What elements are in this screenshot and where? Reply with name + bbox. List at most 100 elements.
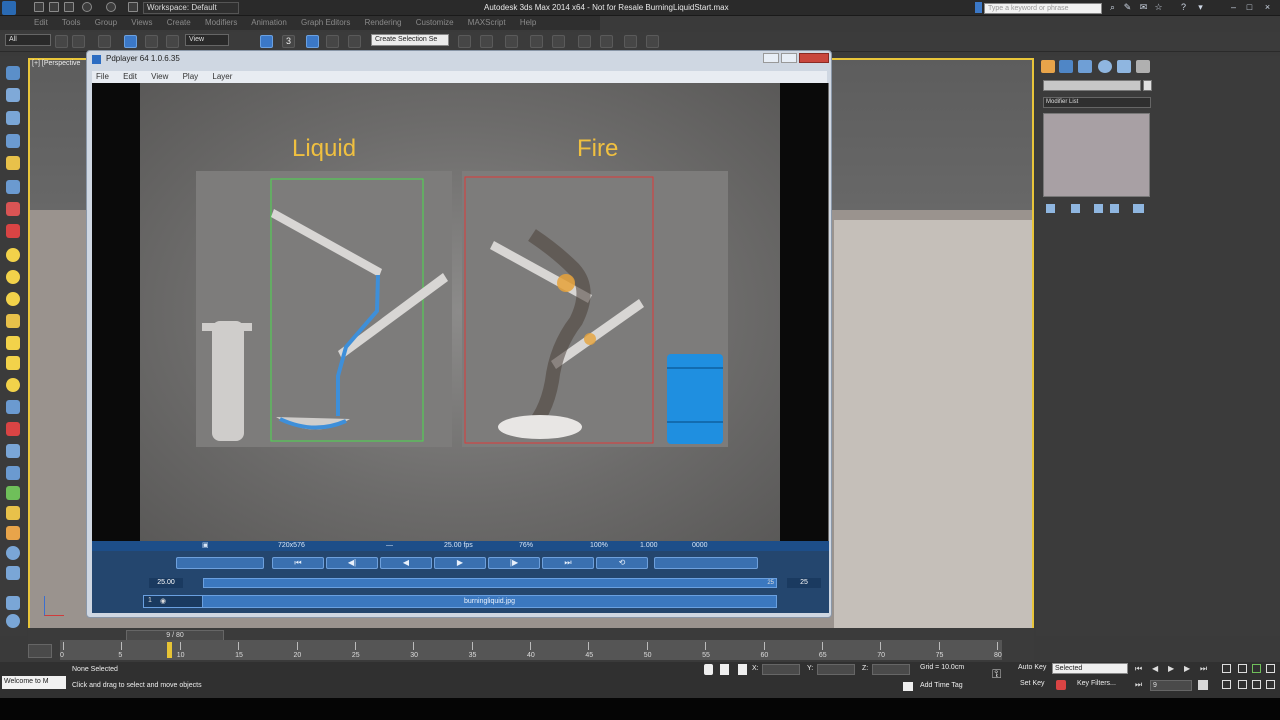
pmenu-play[interactable]: Play [183,72,199,81]
current-frame-field[interactable]: 9 [1150,680,1192,691]
tool-9-icon[interactable] [6,248,20,262]
open-mini-curve-editor-button[interactable] [28,644,52,658]
scene-explorer-button[interactable] [505,35,518,48]
maximize-window-icon[interactable]: □ [1244,2,1255,13]
default-in-out-tangent-icon[interactable] [1056,680,1066,690]
tool-7-icon[interactable] [6,202,20,216]
search-input[interactable]: Type a keyword or phrase [984,3,1102,14]
tool-23-icon[interactable] [6,546,20,560]
material-editor-button[interactable] [624,35,637,48]
pmenu-edit[interactable]: Edit [123,72,137,81]
redo-icon[interactable] [106,2,116,12]
time-tag-icon[interactable] [903,682,913,691]
reference-coordinate-dropdown[interactable]: View [185,34,229,46]
show-end-result-icon[interactable] [1071,204,1080,213]
pdplayer-close-icon[interactable] [799,53,829,63]
go-to-start-button[interactable]: ⏮ [272,557,324,569]
menu-graph-editors[interactable]: Graph Editors [301,18,350,27]
view-mode-buttons[interactable] [654,557,758,569]
search-arrow-icon[interactable] [975,2,982,13]
workspace-dropdown[interactable]: Workspace: Default [143,2,239,14]
menu-help[interactable]: Help [520,18,536,27]
menu-edit[interactable]: Edit [34,18,48,27]
anim-go-to-end-icon[interactable]: ⏭ [1200,664,1210,674]
menu-animation[interactable]: Animation [251,18,287,27]
tool-4-icon[interactable] [6,134,20,148]
tool-20-icon[interactable] [6,486,20,500]
tool-18-icon[interactable] [6,444,20,458]
menu-rendering[interactable]: Rendering [365,18,402,27]
maxscript-listener[interactable]: Welcome to M [2,676,66,689]
layer-manager-button[interactable] [530,35,543,48]
orbit-icon[interactable] [1252,680,1261,689]
anim-prev-frame-icon[interactable]: ◀ [1152,664,1162,674]
tool-16-icon[interactable] [6,400,20,414]
pmenu-layer[interactable]: Layer [212,72,232,81]
pdplayer-minimize-icon[interactable] [763,53,779,63]
selection-lock-icon[interactable] [720,664,729,675]
create-tab-icon[interactable] [1041,60,1055,73]
select-by-name-button[interactable] [72,35,85,48]
go-to-end-button[interactable]: ⏭ [542,557,594,569]
menu-views[interactable]: Views [131,18,152,27]
time-configuration-icon[interactable] [1198,680,1208,690]
set-key-button[interactable]: Set Key [1020,680,1045,687]
key-mode-dropdown[interactable]: Selected [1052,663,1128,674]
anim-next-frame-icon[interactable]: ▶ [1184,664,1194,674]
minimize-window-icon[interactable]: – [1228,2,1239,13]
named-selection-sets-dropdown[interactable]: Create Selection Se [371,34,449,46]
pmenu-view[interactable]: View [151,72,168,81]
hierarchy-tab-icon[interactable] [1078,60,1092,73]
current-time-field[interactable]: 25.00 [149,578,183,588]
new-file-icon[interactable] [34,2,44,12]
tool-12-icon[interactable] [6,314,20,328]
schematic-view-button[interactable] [600,35,613,48]
project-folder-icon[interactable] [128,2,138,12]
tool-21-icon[interactable] [6,506,20,520]
add-time-tag[interactable]: Add Time Tag [920,682,963,689]
menu-create[interactable]: Create [167,18,191,27]
curve-editor-button[interactable] [578,35,591,48]
maximize-viewport-icon[interactable] [1266,680,1275,689]
menu-group[interactable]: Group [95,18,117,27]
layer-name[interactable]: burningliquid.jpg [202,595,777,608]
percent-snap-button[interactable] [326,35,339,48]
loop-mode-button[interactable]: ⟲ [596,557,648,569]
tool-8-icon[interactable] [6,224,20,238]
zoom-extents-icon[interactable] [1252,664,1261,673]
menu-modifiers[interactable]: Modifiers [205,18,237,27]
select-and-rotate-button[interactable] [145,35,158,48]
undo-icon[interactable] [82,2,92,12]
align-button[interactable] [480,35,493,48]
tool-15-icon[interactable] [6,378,20,392]
display-tab-icon[interactable] [1117,60,1131,73]
object-color-swatch[interactable] [1143,80,1152,91]
motion-tab-icon[interactable] [1098,60,1112,73]
menu-maxscript[interactable]: MAXScript [468,18,506,27]
remove-modifier-icon[interactable] [1110,204,1119,213]
anim-play-icon[interactable]: ▶ [1168,664,1178,674]
time-playhead[interactable] [167,642,172,658]
tool-14-icon[interactable] [6,356,20,370]
zoom-extents-all-icon[interactable] [1266,664,1275,673]
help-icon[interactable]: ? [1178,2,1189,13]
total-frames-field[interactable]: 25 [787,578,821,588]
menu-tools[interactable]: Tools [62,18,81,27]
step-back-button[interactable]: ◀| [326,557,378,569]
pdplayer-maximize-icon[interactable] [781,53,797,63]
y-coordinate-field[interactable] [817,664,855,675]
favorites-star-icon[interactable]: ☆ [1153,2,1164,13]
play-backward-button[interactable]: ◀ [380,557,432,569]
modify-tab-icon[interactable] [1059,60,1073,73]
close-window-icon[interactable]: × [1262,2,1273,13]
open-file-icon[interactable] [49,2,59,12]
pmenu-file[interactable]: File [96,72,109,81]
utilities-tab-icon[interactable] [1136,60,1150,73]
play-forward-button[interactable]: ▶ [434,557,486,569]
tool-13-icon[interactable] [6,336,20,350]
tool-24-icon[interactable] [6,566,20,580]
tool-17-icon[interactable] [6,422,20,436]
spinner-snap-button[interactable] [348,35,361,48]
configure-modifier-sets-icon[interactable] [1133,204,1144,213]
make-unique-icon[interactable] [1094,204,1103,213]
